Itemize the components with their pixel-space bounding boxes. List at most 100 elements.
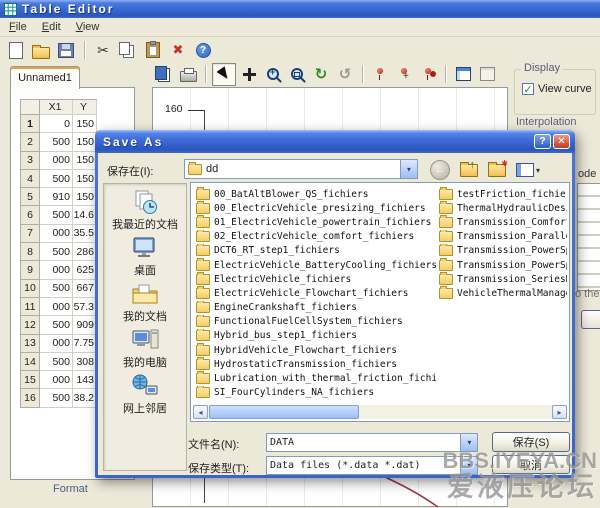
scrollbar-thumb[interactable] (209, 405, 359, 419)
folder-item[interactable]: VehicleThermalManagemen (439, 286, 567, 300)
x1-cell[interactable]: 500 (40, 316, 73, 334)
folder-item[interactable]: ElectricVehicle_Flowchart_fichiers (196, 286, 436, 300)
menu-edit[interactable]: Edit (37, 20, 71, 34)
x1-cell[interactable]: 0 (40, 115, 73, 133)
folder-item[interactable]: testFriction_fichiers (439, 187, 567, 201)
table-row[interactable]: 5 910 150 (21, 188, 97, 206)
row-number-cell[interactable]: 9 (21, 261, 40, 279)
table-row[interactable]: 6 500 14.6 (21, 206, 97, 224)
row-number-cell[interactable]: 13 (21, 335, 40, 353)
x1-cell[interactable]: 500 (40, 206, 73, 224)
zoom-reset-button[interactable] (310, 64, 332, 85)
column-header-y[interactable]: Y (73, 100, 97, 115)
table-row[interactable]: 3 000 150 (21, 152, 97, 170)
cut-button[interactable] (92, 40, 114, 61)
row-number-cell[interactable]: 7 (21, 225, 40, 243)
y-cell[interactable]: 14.6 (73, 206, 97, 224)
scroll-right-arrow[interactable] (552, 405, 567, 419)
table-row[interactable]: 7 000 35.5 (21, 225, 97, 243)
place-network[interactable]: 网上邻居 (104, 373, 186, 419)
row-number-cell[interactable]: 15 (21, 371, 40, 389)
table-row[interactable]: 8 500 286 (21, 243, 97, 261)
combo-dropdown-arrow-icon[interactable] (460, 457, 477, 474)
folder-item[interactable]: 01_ElectricVehicle_powertrain_fichiers (196, 215, 436, 229)
edit-point-button[interactable] (393, 64, 415, 85)
x1-cell[interactable]: 000 (40, 371, 73, 389)
pointer-select-button[interactable] (212, 63, 236, 86)
y-cell[interactable]: 150 (73, 115, 97, 133)
menu-view[interactable]: View (71, 20, 110, 34)
x1-cell[interactable]: 000 (40, 261, 73, 279)
table-row[interactable]: 13 000 7.75 (21, 335, 97, 353)
save-type-combobox[interactable]: Data files (*.data *.dat) (266, 456, 478, 475)
folder-item[interactable]: HybridVehicle_Flowchart_fichiers (196, 343, 436, 357)
x1-cell[interactable]: 500 (40, 389, 73, 407)
place-my-computer[interactable]: 我的电脑 (104, 327, 186, 373)
column-header-x1[interactable]: X1 (40, 100, 73, 115)
zoom-previous-button[interactable] (334, 64, 356, 85)
row-number-cell[interactable]: 14 (21, 353, 40, 371)
y-cell[interactable]: 57.3 (73, 298, 97, 316)
folder-item[interactable]: ThermalHydraulicDesign_ (439, 201, 567, 215)
y-cell[interactable]: 667 (73, 280, 97, 298)
x1-cell[interactable]: 500 (40, 133, 73, 151)
print-button[interactable] (177, 64, 199, 85)
file-name-combobox[interactable]: DATA (266, 433, 478, 452)
y-cell[interactable]: 150 (73, 188, 97, 206)
zoom-in-button[interactable] (262, 64, 284, 85)
table-row[interactable]: 4 500 150 (21, 170, 97, 188)
combo-dropdown-arrow-icon[interactable] (400, 160, 417, 178)
folder-item[interactable]: Transmission_SeriesHybr (439, 272, 567, 286)
x1-cell[interactable]: 000 (40, 298, 73, 316)
tab-unnamed1[interactable]: Unnamed1 (10, 66, 80, 89)
y-cell[interactable]: 35.5 (73, 225, 97, 243)
new-folder-button[interactable] (488, 164, 506, 177)
y-cell[interactable]: 150 (73, 170, 97, 188)
place-desktop[interactable]: 桌面 (104, 235, 186, 281)
folder-item[interactable]: Transmission_Comfort_St (439, 215, 567, 229)
x1-cell[interactable]: 500 (40, 353, 73, 371)
y-cell[interactable]: 150 (73, 133, 97, 151)
place-recent-documents[interactable]: 我最近的文档 (104, 189, 186, 235)
horizontal-scrollbar[interactable] (193, 405, 567, 419)
folder-item[interactable]: Lubrication_with_thermal_friction_fichie… (196, 371, 436, 385)
folder-item[interactable]: FunctionalFuelCellSystem_fichiers (196, 315, 436, 329)
help-button[interactable] (192, 40, 214, 61)
up-one-level-button[interactable] (460, 164, 478, 177)
folder-item[interactable]: Transmission_ParallelHy (439, 230, 567, 244)
partial-button[interactable] (581, 310, 600, 329)
x1-cell[interactable]: 000 (40, 152, 73, 170)
y-cell[interactable]: 38.2 (73, 389, 97, 407)
save-in-combobox[interactable]: dd (184, 159, 418, 179)
folder-item[interactable]: Hybrid_bus_step1_fichiers (196, 329, 436, 343)
table-row[interactable]: 16 500 38.2 (21, 389, 97, 407)
folder-item[interactable]: HydrostaticTransmission_fichiers (196, 357, 436, 371)
row-number-cell[interactable]: 4 (21, 170, 40, 188)
cancel-button[interactable]: 取消 (492, 455, 570, 474)
folder-item[interactable]: 02_ElectricVehicle_comfort_fichiers (196, 230, 436, 244)
folder-item[interactable]: 00_ElectricVehicle_presizing_fichiers (196, 201, 436, 215)
export-image-button[interactable] (153, 64, 175, 85)
y-cell[interactable]: 909 (73, 316, 97, 334)
row-number-cell[interactable]: 10 (21, 280, 40, 298)
dialog-close-button[interactable]: ✕ (553, 134, 570, 149)
row-number-cell[interactable]: 3 (21, 152, 40, 170)
row-number-cell[interactable]: 16 (21, 389, 40, 407)
table-row[interactable]: 1 0 150 (21, 115, 97, 133)
folder-item[interactable]: DCT6_RT_step1_fichiers (196, 244, 436, 258)
add-point-button[interactable] (369, 64, 391, 85)
combo-dropdown-arrow-icon[interactable] (460, 434, 477, 451)
row-number-cell[interactable]: 5 (21, 188, 40, 206)
row-number-cell[interactable]: 12 (21, 316, 40, 334)
place-my-documents[interactable]: 我的文档 (104, 281, 186, 327)
row-number-cell[interactable]: 8 (21, 243, 40, 261)
y-cell[interactable]: 286 (73, 243, 97, 261)
save-file-button[interactable] (55, 40, 77, 61)
y-cell[interactable]: 150 (73, 152, 97, 170)
pan-button[interactable] (238, 64, 260, 85)
scroll-left-arrow[interactable] (193, 405, 208, 419)
table-row[interactable]: 12 500 909 (21, 316, 97, 334)
folder-item[interactable]: SI_FourCylinders_NA_fichiers (196, 386, 436, 400)
x1-cell[interactable]: 500 (40, 170, 73, 188)
dialog-titlebar[interactable]: Save As ? ✕ (95, 130, 575, 153)
